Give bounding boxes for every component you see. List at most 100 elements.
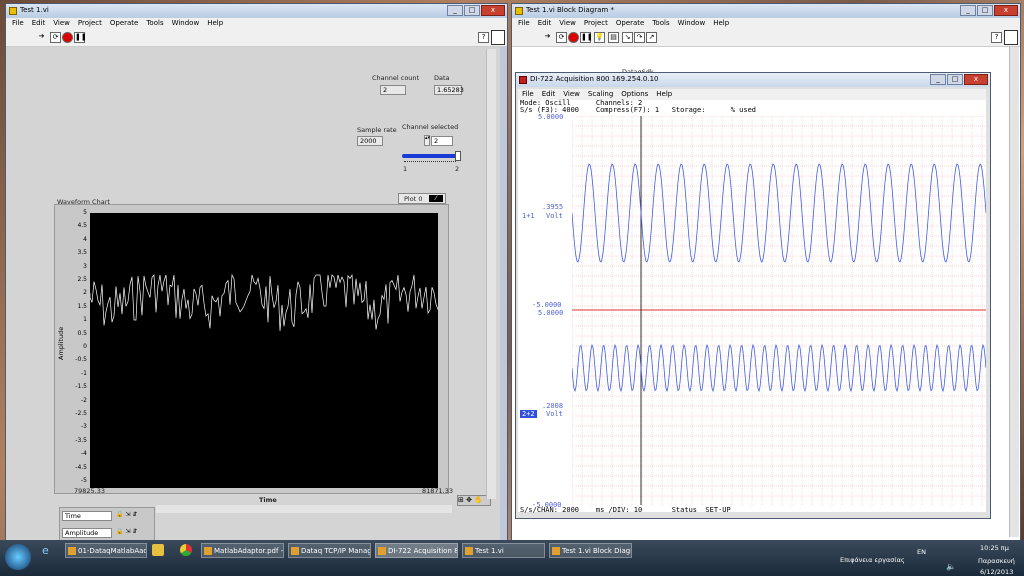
front-panel-titlebar[interactable]: Test 1.vi _ □ x [6, 4, 507, 18]
y-tick-label: 4 [83, 235, 87, 243]
minimize-button[interactable]: _ [447, 5, 463, 16]
ch1-name: 1+1 [522, 212, 535, 220]
sample-rate-control[interactable]: 2000 [357, 136, 383, 146]
labview-icon [9, 7, 17, 15]
minimize-button[interactable]: _ [930, 74, 946, 85]
volume-icon[interactable]: 🔈 [946, 562, 956, 571]
menu-project[interactable]: Project [584, 18, 608, 29]
dataq-status-line: S/s/CHAN: 2000 ms /DIV: 10 Status SET-UP [520, 506, 731, 514]
menu-operate[interactable]: Operate [616, 18, 644, 29]
retain-wire-values-icon[interactable]: ▤ [608, 32, 619, 43]
x-axis-start-label: 79825.33 [74, 487, 106, 495]
abort-icon[interactable] [62, 32, 73, 43]
dataq-grid[interactable] [571, 115, 987, 505]
run-continuously-icon[interactable]: ⟳ [50, 32, 61, 43]
taskbar-item[interactable]: MatlabAdaptor.pdf -... [201, 543, 284, 558]
y-tick-label: -2 [81, 396, 87, 404]
menu-window[interactable]: Window [172, 18, 200, 29]
run-continuously-icon[interactable]: ⟳ [556, 32, 567, 43]
y-tick-label: 1.5 [77, 302, 87, 310]
dataq-menu-help[interactable]: Help [656, 89, 672, 100]
menu-help[interactable]: Help [207, 18, 223, 29]
horizontal-scrollbar[interactable] [156, 505, 452, 513]
menu-edit[interactable]: Edit [32, 18, 46, 29]
menu-edit[interactable]: Edit [538, 18, 552, 29]
ie-icon[interactable]: e [42, 544, 56, 558]
dataq-app-icon [519, 76, 527, 84]
plot-legend[interactable]: Plot 0 ⁄ [398, 193, 446, 204]
chrome-icon[interactable] [180, 544, 192, 556]
run-arrow-icon[interactable]: ➔ [542, 32, 553, 43]
scale-lock-icons-2[interactable]: 🔒 ⇲ ⇵ [116, 528, 137, 535]
start-button[interactable] [5, 544, 31, 570]
ch1-unit: Volt [546, 212, 563, 220]
taskbar-item[interactable]: Dataq TCP/IP Manag... [288, 543, 371, 558]
maximize-button[interactable]: □ [977, 5, 993, 16]
y-tick-label: 4.5 [77, 222, 87, 230]
x-axis-label: Time [259, 496, 277, 504]
taskbar-item-active[interactable]: DI-722 Acquisition 8... [375, 543, 458, 558]
y-tick-label: 3 [83, 262, 87, 270]
y-tick-label: 2.5 [77, 276, 87, 283]
waveform-trace [89, 273, 439, 332]
clock-time[interactable]: 10:25 πμ [980, 544, 1009, 552]
explorer-icon[interactable] [152, 544, 164, 556]
menu-file[interactable]: File [12, 18, 24, 29]
clock-date: 6/12/2013 [980, 568, 1014, 576]
channel-slider-thumb[interactable] [455, 151, 461, 161]
y-tick-label: -4 [81, 450, 87, 458]
step-over-icon[interactable]: ↷ [634, 32, 645, 43]
abort-icon[interactable] [568, 32, 579, 43]
taskbar: e 01-DataqMatlabAad... MatlabAdaptor.pdf… [0, 540, 1024, 576]
language-indicator[interactable]: EN [917, 548, 926, 556]
y-tick-label: 0.5 [77, 329, 87, 337]
close-button[interactable]: x [964, 74, 988, 85]
maximize-button[interactable]: □ [947, 74, 963, 85]
pause-icon[interactable]: ❚❚ [74, 32, 87, 43]
taskbar-item[interactable]: 01-DataqMatlabAad... [65, 543, 147, 558]
vertical-scrollbar[interactable] [1009, 47, 1019, 537]
block-diagram-menubar: File Edit View Project Operate Tools Win… [512, 18, 1020, 29]
minimize-button[interactable]: _ [960, 5, 976, 16]
vertical-scrollbar[interactable] [486, 49, 496, 499]
menu-project[interactable]: Project [78, 18, 102, 29]
channel-slider-fill [402, 154, 458, 158]
waveform-line [89, 273, 439, 332]
menu-window[interactable]: Window [678, 18, 706, 29]
highlight-execution-icon[interactable]: 💡 [594, 32, 605, 43]
menu-help[interactable]: Help [713, 18, 729, 29]
pause-icon[interactable]: ❚❚ [580, 32, 593, 43]
menu-view[interactable]: View [53, 18, 70, 29]
close-button[interactable]: x [481, 5, 505, 16]
menu-view[interactable]: View [559, 18, 576, 29]
waveform-plot-area[interactable] [89, 213, 439, 488]
step-into-icon[interactable]: ↘ [622, 32, 633, 43]
menu-file[interactable]: File [518, 18, 530, 29]
block-diagram-titlebar[interactable]: Test 1.vi Block Diagram * _ □ x [512, 4, 1020, 18]
y-tick-label: 3.5 [77, 249, 87, 257]
menu-operate[interactable]: Operate [110, 18, 138, 29]
taskbar-item[interactable]: Test 1.vi Block Diagr... [549, 543, 632, 558]
help-icon[interactable]: ? [478, 32, 489, 43]
increment-decrement-arrows[interactable]: ▴▾ [424, 135, 430, 146]
close-button[interactable]: x [994, 5, 1018, 16]
scale-lock-icons[interactable]: 🔒 ⇲ ⇵ [116, 511, 137, 518]
step-out-icon[interactable]: ↗ [646, 32, 657, 43]
tray-text[interactable]: Επιφάνεια εργασίας [840, 556, 905, 564]
channel-slider-track[interactable] [402, 151, 461, 161]
run-arrow-icon[interactable]: ➔ [36, 32, 47, 43]
dataq-titlebar[interactable]: DI-722 Acquisition 800 169.254.0.10 _ □ … [516, 73, 990, 87]
y-tick-label: 2 [83, 289, 87, 297]
scale-legend: Time 🔒 ⇲ ⇵ Amplitude 🔒 ⇲ ⇵ [59, 507, 155, 541]
slider-max-label: 2 [455, 165, 460, 173]
labview-icon [515, 7, 523, 15]
maximize-button[interactable]: □ [464, 5, 480, 16]
menu-tools[interactable]: Tools [652, 18, 669, 29]
menu-tools[interactable]: Tools [146, 18, 163, 29]
ch2-name[interactable]: 2+2 [520, 410, 537, 418]
y-axis-ticks: 5 4.5 4 3.5 3 2.5 2 1.5 1 0.5 0 -0.5 -1 -1.5 -2 -2.5 -3 -… [71, 205, 91, 495]
help-icon[interactable]: ? [991, 32, 1002, 43]
taskbar-item[interactable]: Test 1.vi [462, 543, 545, 558]
plot-style-icon[interactable]: ⁄ [429, 195, 443, 202]
channel-selected-numeric[interactable]: 2 [431, 136, 453, 146]
